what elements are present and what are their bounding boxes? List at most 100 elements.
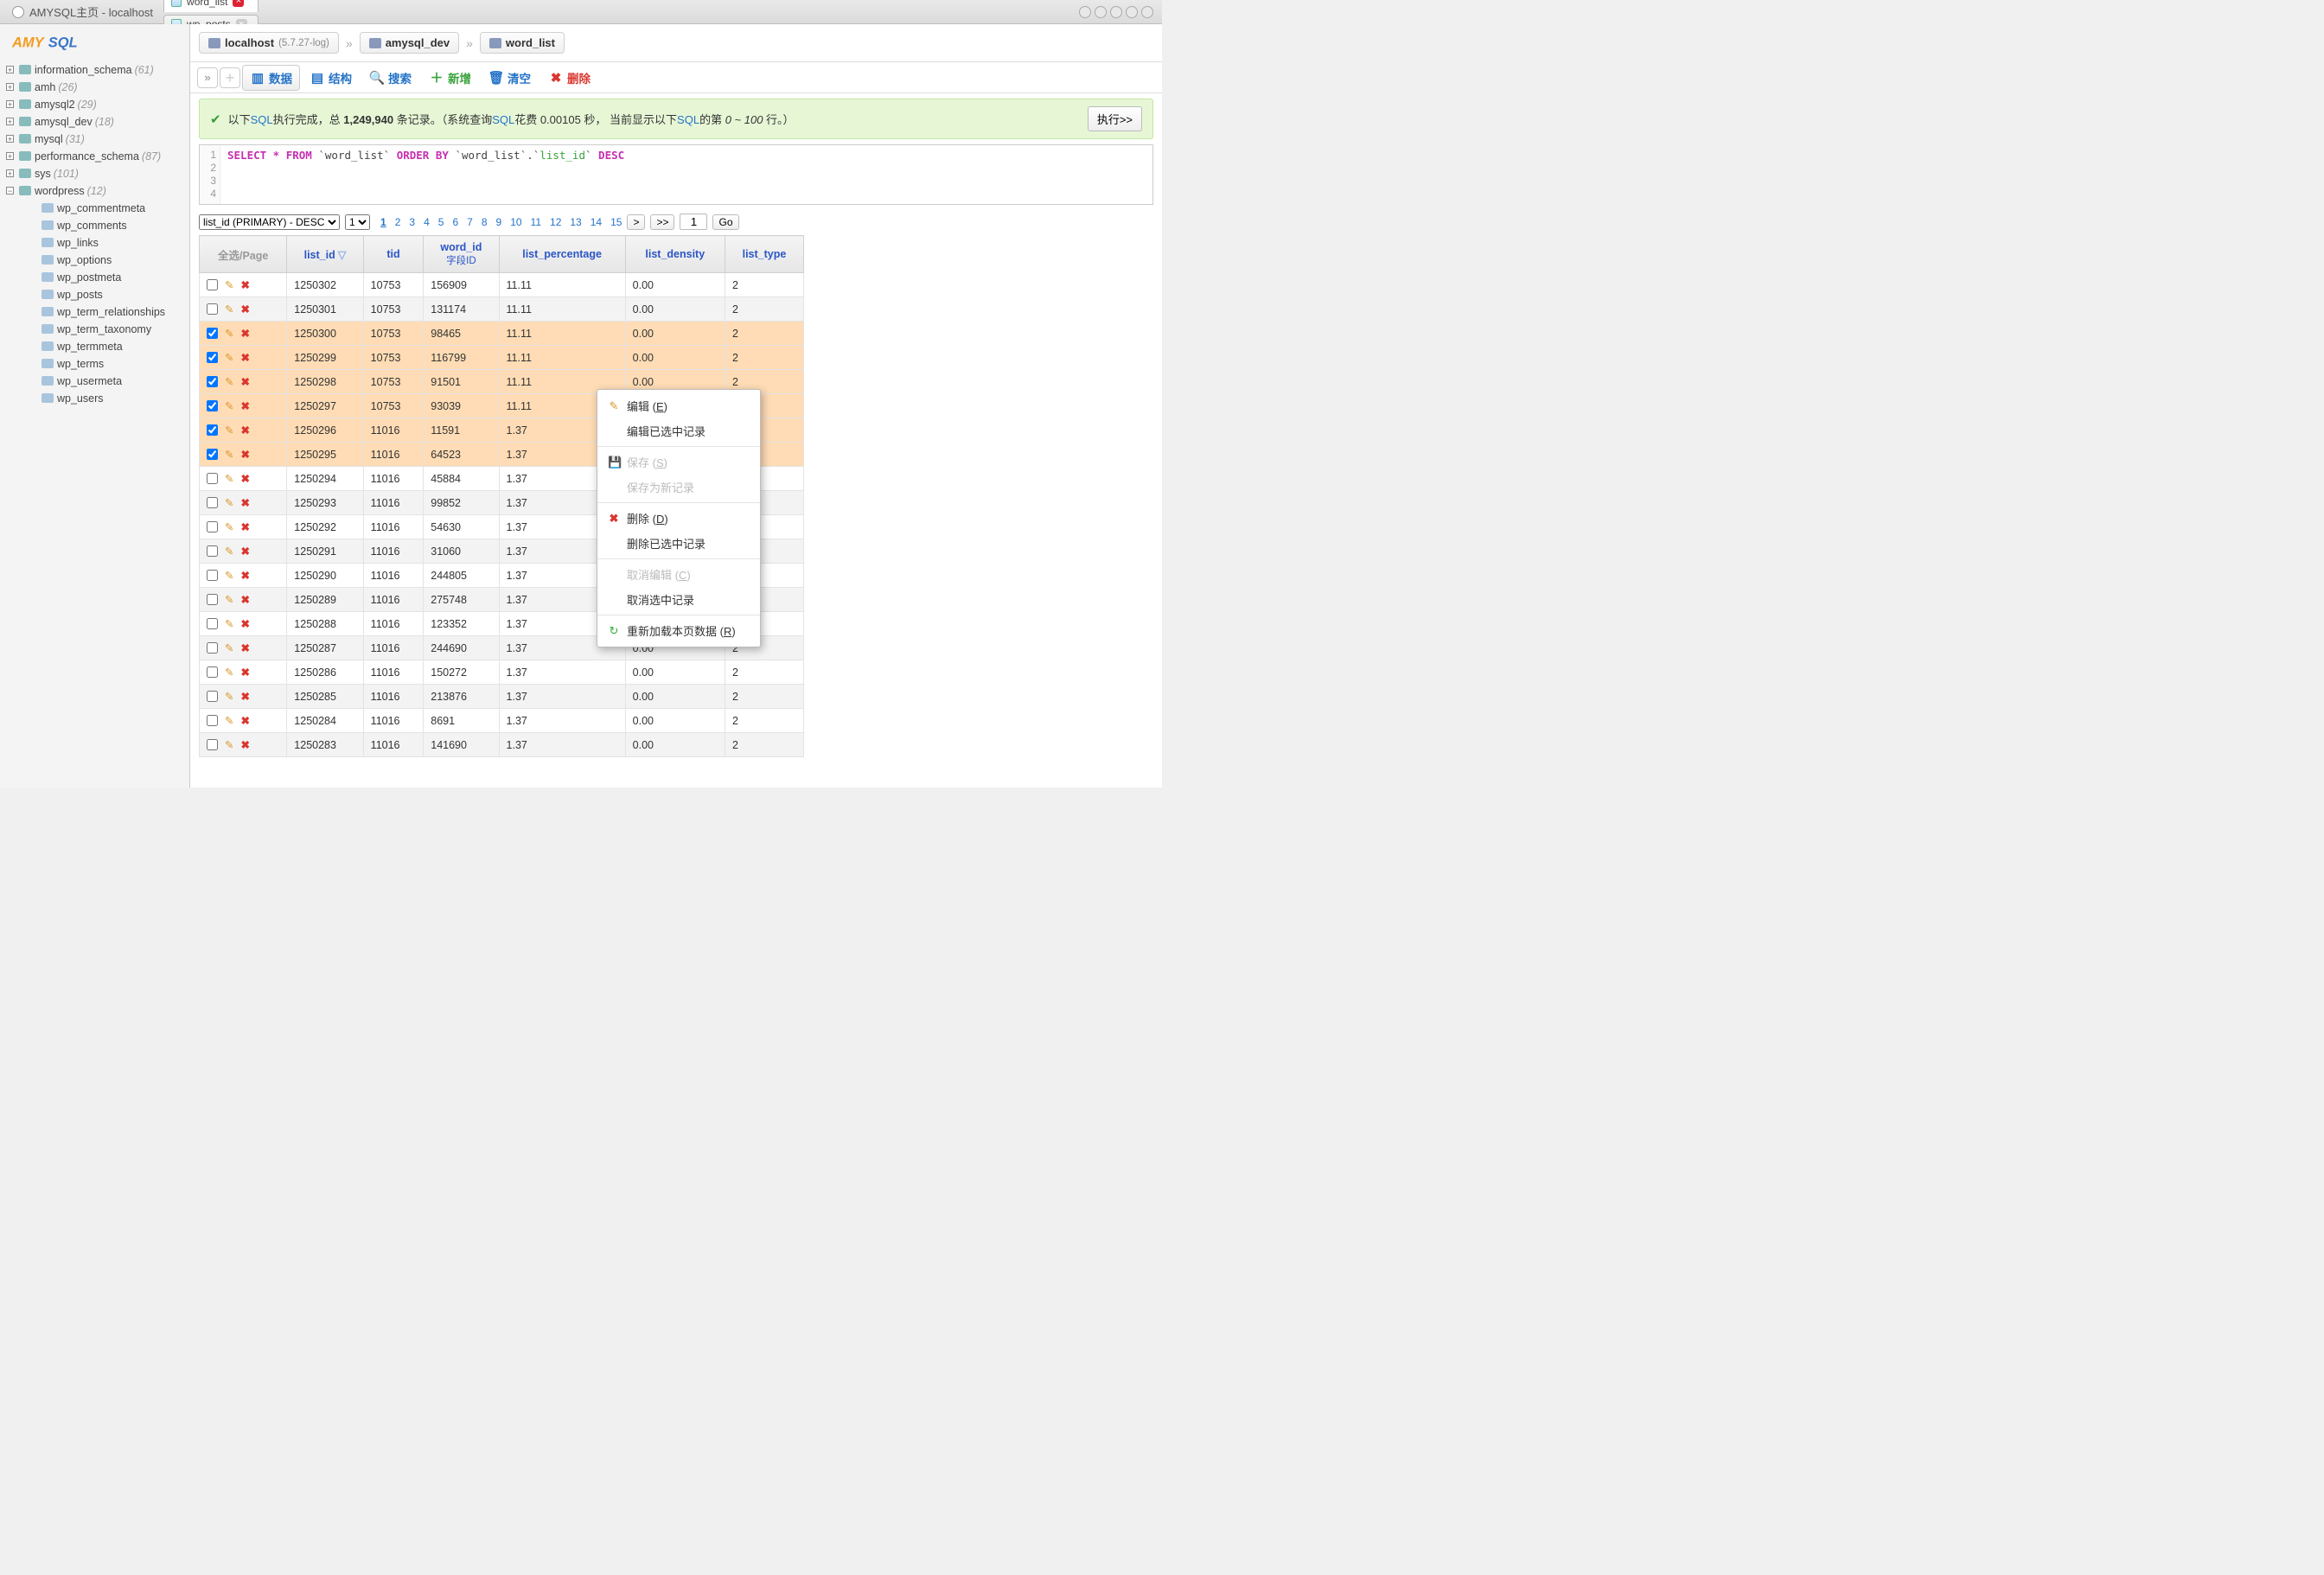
go-button[interactable]: Go	[712, 214, 738, 230]
delete-row-icon[interactable]: ✖	[240, 399, 249, 412]
delete-row-icon[interactable]: ✖	[240, 690, 249, 703]
expand-icon[interactable]: +	[6, 169, 14, 177]
page-link-15[interactable]: 15	[610, 216, 622, 228]
row-checkbox[interactable]	[207, 424, 218, 436]
table-wp_posts[interactable]: wp_posts	[0, 286, 189, 303]
page-link-2[interactable]: 2	[395, 216, 401, 228]
page-link-10[interactable]: 10	[510, 216, 521, 228]
row-checkbox[interactable]	[207, 715, 218, 726]
close-icon[interactable]: ×	[233, 0, 244, 7]
delete-row-icon[interactable]: ✖	[240, 496, 249, 509]
page-link-7[interactable]: 7	[467, 216, 473, 228]
table-wp_terms[interactable]: wp_terms	[0, 355, 189, 373]
row-checkbox[interactable]	[207, 328, 218, 339]
toolbar-more-button[interactable]: »	[197, 67, 218, 88]
row-checkbox[interactable]	[207, 400, 218, 411]
edit-row-icon[interactable]: ✎	[225, 496, 233, 509]
tab-drop[interactable]: ✖删除	[540, 65, 598, 91]
menu-cancel-select[interactable]: 取消选中记录	[597, 587, 760, 612]
table-row[interactable]: ✎✖12502841101686911.370.002	[200, 709, 804, 733]
row-checkbox[interactable]	[207, 352, 218, 363]
page-link-9[interactable]: 9	[496, 216, 502, 228]
col-select-all[interactable]: 全选/Page	[200, 236, 287, 273]
menu-reload[interactable]: ↻重新加载本页数据 (R)	[597, 618, 760, 643]
edit-row-icon[interactable]: ✎	[225, 738, 233, 751]
edit-row-icon[interactable]: ✎	[225, 303, 233, 316]
row-checkbox[interactable]	[207, 618, 218, 629]
db-amysql2[interactable]: +amysql2(29)	[0, 96, 189, 113]
page-link-14[interactable]: 14	[591, 216, 602, 228]
table-wp_users[interactable]: wp_users	[0, 390, 189, 407]
row-checkbox[interactable]	[207, 642, 218, 654]
tab-truncate[interactable]: 🗑清空	[481, 65, 539, 91]
row-checkbox[interactable]	[207, 545, 218, 557]
collapse-icon[interactable]: −	[6, 187, 14, 194]
edit-row-icon[interactable]: ✎	[225, 520, 233, 533]
expand-icon[interactable]: +	[6, 135, 14, 143]
next-page-button[interactable]: >>	[650, 214, 674, 230]
edit-row-icon[interactable]: ✎	[225, 375, 233, 388]
expand-icon[interactable]: +	[6, 118, 14, 125]
toolbar-add-button[interactable]: +	[220, 67, 240, 88]
table-row[interactable]: ✎✖1250300107539846511.110.002	[200, 322, 804, 346]
table-wp_options[interactable]: wp_options	[0, 252, 189, 269]
row-checkbox[interactable]	[207, 521, 218, 532]
page-link-1[interactable]: 1	[380, 216, 386, 228]
page-link-11[interactable]: 11	[531, 216, 541, 228]
page-link-8[interactable]: 8	[482, 216, 488, 228]
edit-row-icon[interactable]: ✎	[225, 278, 233, 291]
table-wp_postmeta[interactable]: wp_postmeta	[0, 269, 189, 286]
page-link-6[interactable]: 6	[452, 216, 458, 228]
delete-row-icon[interactable]: ✖	[240, 617, 249, 630]
col-tid[interactable]: tid	[363, 236, 424, 273]
row-checkbox[interactable]	[207, 449, 218, 460]
edit-row-icon[interactable]: ✎	[225, 617, 233, 630]
db-amh[interactable]: +amh(26)	[0, 79, 189, 96]
delete-row-icon[interactable]: ✖	[240, 545, 249, 558]
delete-row-icon[interactable]: ✖	[240, 738, 249, 751]
expand-icon[interactable]: +	[6, 66, 14, 73]
delete-row-icon[interactable]: ✖	[240, 327, 249, 340]
breadcrumb-host[interactable]: localhost (5.7.27-log)	[199, 32, 339, 54]
menu-delete[interactable]: ✖删除 (D)	[597, 506, 760, 531]
tab-home[interactable]: AMYSQL主页 - localhost	[3, 0, 162, 23]
table-wp_commentmeta[interactable]: wp_commentmeta	[0, 200, 189, 217]
table-wp_term_relationships[interactable]: wp_term_relationships	[0, 303, 189, 321]
tab-data[interactable]: ▥数据	[242, 65, 300, 91]
tab-insert[interactable]: ＋新增	[421, 65, 479, 91]
delete-row-icon[interactable]: ✖	[240, 569, 249, 582]
col-list_id[interactable]: list_id▽	[287, 236, 363, 273]
menu-delete-selected[interactable]: 删除已选中记录	[597, 531, 760, 556]
table-row[interactable]: ✎✖1250283110161416901.370.002	[200, 733, 804, 757]
table-row[interactable]: ✎✖12503011075313117411.110.002	[200, 297, 804, 322]
tab-structure[interactable]: ▤结构	[302, 65, 360, 91]
table-row[interactable]: ✎✖12502991075311679911.110.002	[200, 346, 804, 370]
edit-row-icon[interactable]: ✎	[225, 569, 233, 582]
window-control-icon[interactable]	[1141, 6, 1153, 18]
page-link-12[interactable]: 12	[550, 216, 561, 228]
window-control-icon[interactable]	[1126, 6, 1138, 18]
delete-row-icon[interactable]: ✖	[240, 351, 249, 364]
table-row[interactable]: ✎✖1250286110161502721.370.002	[200, 660, 804, 685]
delete-row-icon[interactable]: ✖	[240, 375, 249, 388]
page-link-5[interactable]: 5	[438, 216, 444, 228]
edit-row-icon[interactable]: ✎	[225, 690, 233, 703]
tab-word_list[interactable]: word_list×	[163, 0, 259, 12]
col-list_type[interactable]: list_type	[725, 236, 803, 273]
page-select[interactable]: 1	[345, 214, 370, 230]
col-list_percentage[interactable]: list_percentage	[499, 236, 625, 273]
edit-row-icon[interactable]: ✎	[225, 593, 233, 606]
delete-row-icon[interactable]: ✖	[240, 714, 249, 727]
row-checkbox[interactable]	[207, 473, 218, 484]
db-performance_schema[interactable]: +performance_schema(87)	[0, 148, 189, 165]
table-wp_termmeta[interactable]: wp_termmeta	[0, 338, 189, 355]
row-checkbox[interactable]	[207, 666, 218, 678]
row-checkbox[interactable]	[207, 279, 218, 290]
delete-row-icon[interactable]: ✖	[240, 520, 249, 533]
menu-edit-selected[interactable]: 编辑已选中记录	[597, 418, 760, 443]
db-mysql[interactable]: +mysql(31)	[0, 131, 189, 148]
table-wp_links[interactable]: wp_links	[0, 234, 189, 252]
window-control-icon[interactable]	[1110, 6, 1122, 18]
edit-row-icon[interactable]: ✎	[225, 666, 233, 679]
table-wp_term_taxonomy[interactable]: wp_term_taxonomy	[0, 321, 189, 338]
